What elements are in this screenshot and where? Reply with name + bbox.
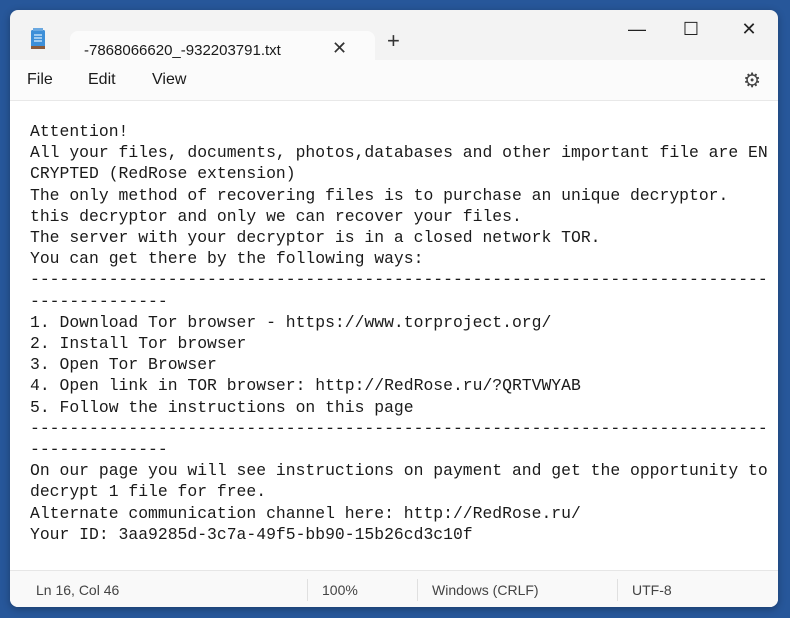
menu-file[interactable]: File bbox=[27, 71, 53, 89]
notepad-window: -7868066620_-932203791.txt ✕ + — ☐ ✕ Fil… bbox=[10, 10, 778, 607]
status-bar: Ln 16, Col 46 100% Windows (CRLF) UTF-8 bbox=[10, 570, 778, 607]
zoom-level[interactable]: 100% bbox=[322, 582, 358, 598]
menu-edit[interactable]: Edit bbox=[88, 71, 116, 89]
minimize-icon[interactable]: — bbox=[614, 14, 660, 44]
gear-icon[interactable]: ⚙ bbox=[743, 68, 761, 93]
menu-view[interactable]: View bbox=[152, 71, 186, 89]
document-text[interactable]: Attention! All your files, documents, ph… bbox=[30, 121, 768, 545]
divider bbox=[617, 579, 618, 601]
encoding[interactable]: UTF-8 bbox=[632, 582, 672, 598]
plus-icon[interactable]: + bbox=[387, 28, 400, 54]
menu-bar: File Edit View ⚙ bbox=[10, 60, 778, 101]
maximize-icon[interactable]: ☐ bbox=[668, 14, 714, 44]
divider bbox=[307, 579, 308, 601]
tab-title: -7868066620_-932203791.txt bbox=[84, 42, 281, 59]
cursor-position: Ln 16, Col 46 bbox=[36, 582, 120, 598]
close-tab-icon[interactable]: ✕ bbox=[332, 38, 347, 59]
notepad-icon bbox=[31, 28, 45, 49]
text-editor[interactable]: Attention! All your files, documents, ph… bbox=[10, 101, 778, 570]
close-icon[interactable]: ✕ bbox=[726, 14, 772, 44]
divider bbox=[417, 579, 418, 601]
line-ending[interactable]: Windows (CRLF) bbox=[432, 582, 539, 598]
tab-bar: -7868066620_-932203791.txt ✕ + — ☐ ✕ bbox=[10, 10, 778, 71]
